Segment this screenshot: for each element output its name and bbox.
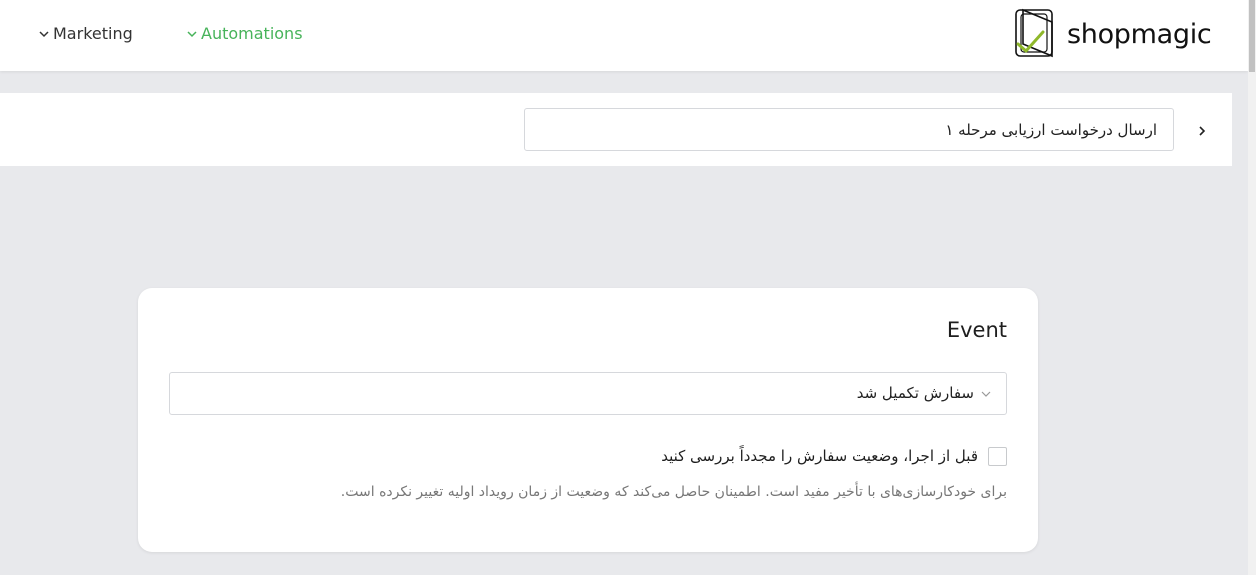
chevron-down-icon [981,391,991,397]
nav-automations[interactable]: Automations [186,24,303,43]
scrollbar-thumb[interactable] [1249,0,1255,72]
chevron-down-icon [187,30,197,37]
shopmagic-logo-icon [1015,8,1053,58]
scrollbar-track[interactable] [1248,0,1256,575]
nav-marketing[interactable]: Marketing [38,24,133,43]
chevron-right-icon [1199,126,1206,136]
event-select-value: سفارش تکمیل شد [856,384,974,402]
back-button[interactable] [1190,119,1214,143]
top-navigation-bar: Marketing Automations shopmagic [0,0,1248,71]
logo-text: shopmagic [1067,18,1212,50]
event-card: Event سفارش تکمیل شد قبل از اجرا، وضعیت … [138,288,1038,552]
event-select[interactable]: سفارش تکمیل شد [169,372,1007,415]
recheck-help-text: برای خودکارسازی‌های با تأخیر مفید است. ا… [340,484,1007,500]
nav-marketing-label: Marketing [53,24,133,43]
automation-name-input[interactable] [524,108,1174,151]
event-card-title: Event [946,318,1007,342]
nav-automations-label: Automations [201,24,303,43]
chevron-down-icon [39,30,49,37]
shopmagic-logo[interactable]: shopmagic [1013,8,1212,60]
recheck-order-status-checkbox[interactable] [988,447,1007,466]
recheck-order-status-label[interactable]: قبل از اجرا، وضعیت سفارش را مجدداً بررسی… [661,447,978,465]
